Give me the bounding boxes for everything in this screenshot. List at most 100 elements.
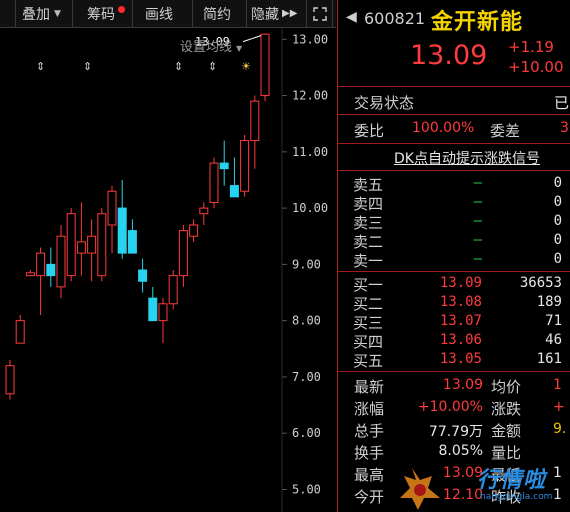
stat-label: 涨幅 (354, 400, 385, 418)
buy-price: 13.05 (439, 351, 482, 367)
stat-value: 1 (553, 377, 562, 393)
kline-chart[interactable]: 13.00 12.00 11.00 10.00 9.00 8.00 7.00 6.00 5.00… (0, 28, 336, 512)
stat-value: 77.79万 (428, 424, 483, 440)
stat-value: +10.00% (417, 399, 483, 415)
candle-body (66, 213, 76, 277)
chips-button[interactable]: 筹码 (73, 0, 133, 27)
draw-line-label: 画线 (145, 6, 173, 23)
overlay-menu[interactable]: 叠加 ▼ (16, 0, 73, 27)
event-marker-icon[interactable]: ⇕ (174, 60, 183, 73)
status-label: 交易状态 (354, 94, 415, 112)
sell-label: 卖四 (353, 195, 384, 213)
notification-dot-icon (118, 6, 125, 13)
dk-signal-link[interactable]: DK点自动提示涨跌信号 (394, 148, 540, 168)
candle-body (107, 190, 117, 226)
stat-label: 换手 (354, 444, 385, 462)
chevron-down-icon: ▼ (54, 8, 61, 19)
buy-label: 买四 (353, 333, 384, 351)
buy-volume: 71 (545, 313, 562, 329)
toolbar: 叠加 ▼ 筹码 画线 简约 隐藏 ▶▶ (0, 0, 336, 28)
divider (338, 86, 570, 87)
candle-body (36, 252, 46, 277)
buy-label: 买五 (353, 352, 384, 370)
fullscreen-button[interactable] (307, 0, 333, 27)
candle-body (168, 275, 178, 305)
sell-price: — (473, 175, 482, 191)
sell-volume: 0 (553, 194, 562, 210)
candle-body (25, 272, 35, 277)
candle-body (138, 269, 148, 282)
divider (338, 371, 570, 372)
ma-setting-menu[interactable]: 设置均线 ▼ (180, 36, 242, 55)
sell-price: — (473, 213, 482, 229)
stat-label: 涨跌 (491, 400, 522, 418)
sun-icon[interactable]: ☀ (241, 60, 251, 73)
buy-volume: 189 (536, 294, 562, 310)
y-tick-label: 6.00 (292, 426, 321, 440)
weibi-value: 100.00% (412, 120, 475, 136)
hide-label: 隐藏 (251, 6, 279, 23)
buy-label: 买三 (353, 314, 384, 332)
y-tick-label: 7.00 (292, 370, 321, 384)
candle-body (117, 207, 127, 254)
toolbar-left-edge (0, 0, 16, 27)
sell-volume: 0 (553, 213, 562, 229)
price-change: +1.19 (508, 38, 554, 56)
divider (338, 271, 570, 272)
kline-svg: 13.00 12.00 11.00 10.00 9.00 8.00 7.00 6.00 5.00… (5, 28, 328, 512)
candle-body (209, 162, 219, 203)
y-tick-label: 10.00 (292, 201, 328, 215)
fullscreen-icon (312, 6, 327, 21)
candle-body (46, 263, 56, 277)
stat-value: 9. (553, 421, 567, 437)
simple-mode-button[interactable]: 简约 (193, 0, 247, 27)
y-tick-label: 12.00 (292, 89, 328, 103)
y-tick-label: 8.00 (292, 314, 321, 328)
chevron-down-icon: ▼ (236, 44, 243, 53)
sell-volume: 0 (553, 251, 562, 267)
candle-body (127, 230, 137, 254)
sell-label: 卖五 (353, 176, 384, 194)
stat-label: 今开 (354, 488, 385, 506)
buy-price: 13.07 (439, 313, 482, 329)
weibi-label: 委比 (354, 122, 385, 140)
divider (338, 114, 570, 115)
candle-body (56, 235, 66, 288)
candle-body (148, 297, 158, 322)
ma-setting-label: 设置均线 (180, 40, 233, 55)
hide-button[interactable]: 隐藏 ▶▶ (247, 0, 307, 27)
divider (338, 143, 570, 144)
double-chevron-right-icon: ▶▶ (282, 8, 298, 19)
weicha-value: 3 (560, 120, 569, 136)
event-marker-icon[interactable]: ⇕ (36, 60, 45, 73)
buy-price: 13.09 (439, 275, 482, 291)
candle-body (250, 100, 260, 142)
buy-volume: 46 (545, 332, 562, 348)
candle-body (15, 320, 25, 344)
stock-name: 金开新能 (431, 10, 524, 35)
y-tick-label: 11.00 (292, 145, 328, 159)
stat-label: 总手 (354, 422, 385, 440)
buy-price: 13.06 (439, 332, 482, 348)
sell-volume: 0 (553, 232, 562, 248)
candle-body (240, 140, 250, 192)
event-marker-icon[interactable]: ⇕ (208, 60, 217, 73)
sell-label: 卖二 (353, 233, 384, 251)
candle-body (76, 241, 86, 254)
chips-label: 筹码 (87, 6, 115, 23)
draw-line-button[interactable]: 画线 (133, 0, 193, 27)
stat-label: 最新 (354, 378, 385, 396)
event-marker-icon[interactable]: ⇕ (83, 60, 92, 73)
candle-body (178, 230, 188, 277)
candle-body (199, 207, 209, 215)
status-value: 已 (554, 94, 570, 112)
sell-price: — (473, 194, 482, 210)
buy-volume: 161 (536, 351, 562, 367)
watermark-url: hangqingla.com (480, 492, 553, 502)
candle-body (87, 235, 97, 254)
quote-panel: ◀ 600821 金开新能 13.09 +1.19 +10.00 交易状态 已 … (337, 0, 570, 512)
back-arrow-icon[interactable]: ◀ (346, 9, 357, 25)
y-tick-label: 9.00 (292, 257, 321, 271)
weicha-label: 委差 (490, 122, 521, 140)
overlay-label: 叠加 (22, 6, 50, 23)
